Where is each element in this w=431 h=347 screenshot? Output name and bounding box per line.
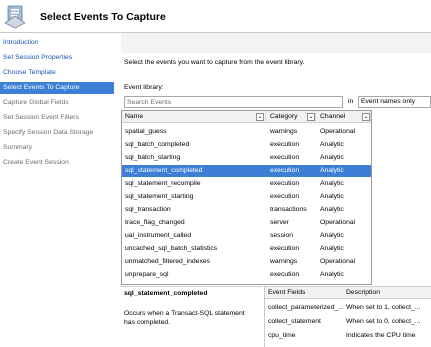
event-row[interactable]: uncached_sql_batch_statistics execution … — [122, 243, 371, 255]
event-category: execution — [270, 167, 300, 174]
event-fields-pane: Event Fields Description collect_paramet… — [264, 286, 431, 347]
event-row-selected[interactable]: sql_statement_completed execution Analyt… — [122, 165, 371, 177]
event-field-row[interactable]: collect_statement When set to 0, collect… — [265, 316, 431, 328]
column-header-event-fields[interactable]: Event Fields — [265, 287, 343, 299]
event-name: sql_statement_starting — [125, 193, 194, 200]
column-header-name[interactable]: Name — [122, 111, 266, 123]
event-category: execution — [270, 141, 300, 148]
event-name: sql_statement_completed — [125, 167, 203, 174]
event-channel: Analytic — [320, 271, 344, 278]
event-row[interactable]: ual_instrument_called session Analytic — [122, 230, 371, 242]
event-field-row[interactable]: collect_parameterized_... When set to 1,… — [265, 302, 431, 314]
event-name: ual_instrument_called — [125, 232, 192, 239]
event-library-grid: Name ⌄ Category ⌄ Channel ⌄ spatial_gues… — [121, 110, 372, 285]
event-description-text: Occurs when a Transact-SQL statement has… — [124, 310, 245, 326]
event-name: spatial_guess — [125, 128, 167, 135]
event-category: transactions — [270, 206, 307, 213]
event-row[interactable]: sql_batch_completed execution Analytic — [122, 139, 371, 151]
wizard-sidebar: Introduction Set Session Properties Choo… — [0, 33, 114, 347]
wizard-header: Select Events To Capture — [0, 0, 431, 33]
sidebar-item-set-session-properties[interactable]: Set Session Properties — [0, 52, 114, 64]
event-field-name: cpu_time — [268, 332, 296, 339]
event-category: session — [270, 232, 294, 239]
event-wizard-icon — [4, 5, 26, 29]
event-name: uncached_sql_batch_statistics — [125, 245, 218, 252]
column-header-category-label: Category — [270, 113, 298, 120]
event-field-name: collect_statement — [268, 318, 321, 325]
event-channel: Operational — [320, 128, 356, 135]
event-description-pane: sql_statement_completed Occurs when a Tr… — [121, 286, 263, 347]
event-name: sql_batch_starting — [125, 154, 181, 161]
event-channel: Analytic — [320, 245, 344, 252]
event-description-title: sql_statement_completed — [124, 290, 208, 297]
event-name: unprepare_sql — [125, 271, 169, 278]
event-channel: Operational — [320, 219, 356, 226]
event-name: sql_statement_recompile — [125, 180, 201, 187]
event-category: execution — [270, 154, 300, 161]
sidebar-item-summary: Summary — [3, 144, 33, 151]
event-category: server — [270, 219, 289, 226]
event-fields-header: Event Fields Description — [265, 287, 431, 299]
event-field-name: collect_parameterized_... — [268, 304, 343, 311]
event-row[interactable]: sql_transaction transactions Analytic — [122, 204, 371, 216]
event-row[interactable]: sql_batch_starting execution Analytic — [122, 152, 371, 164]
event-channel: Analytic — [320, 193, 344, 200]
event-category: execution — [270, 271, 300, 278]
event-channel: Analytic — [320, 206, 344, 213]
event-channel: Analytic — [320, 167, 344, 174]
event-row[interactable]: spatial_guess warnings Operational — [122, 126, 371, 138]
event-name: sql_transaction — [125, 206, 171, 213]
column-header-description[interactable]: Description — [343, 287, 431, 299]
event-channel: Operational — [320, 258, 356, 265]
event-category: execution — [270, 193, 300, 200]
event-channel: Analytic — [320, 141, 344, 148]
event-name: trace_flag_changed — [125, 219, 185, 226]
event-field-row[interactable]: cpu_time Indicates the CPU time — [265, 330, 431, 342]
sidebar-item-capture-global-fields: Capture Global Fields — [3, 99, 69, 106]
event-row[interactable]: sql_statement_starting execution Analyti… — [122, 191, 371, 203]
event-category: execution — [270, 245, 300, 252]
event-channel: Analytic — [320, 180, 344, 187]
page-title: Select Events To Capture — [40, 11, 166, 23]
event-channel: Analytic — [320, 232, 344, 239]
search-events-input[interactable] — [124, 96, 343, 108]
channel-filter-icon[interactable]: ⌄ — [362, 113, 370, 121]
sidebar-item-introduction[interactable]: Introduction — [0, 37, 114, 49]
sidebar-item-choose-template[interactable]: Choose Template — [0, 67, 114, 79]
sidebar-item-create-event-session: Create Event Session — [3, 159, 69, 166]
event-field-description: Indicates the CPU time — [346, 332, 416, 339]
event-row[interactable]: unmatched_filtered_indexes warnings Oper… — [122, 256, 371, 268]
event-library-label: Event library: — [124, 84, 164, 91]
sidebar-item-set-session-event-filters: Set Session Event Filters — [3, 114, 79, 121]
event-name: sql_batch_completed — [125, 141, 190, 148]
column-header-channel-label: Channel — [320, 113, 346, 120]
column-header-name-label: Name — [125, 113, 144, 120]
instructions-text: Select the events you want to capture fr… — [124, 59, 305, 66]
event-field-description: When set to 0, collect_... — [346, 318, 421, 325]
main-top-strip — [121, 33, 431, 53]
panel-gutter — [114, 33, 121, 347]
event-row[interactable]: sql_statement_recompile execution Analyt… — [122, 178, 371, 190]
event-category: execution — [270, 180, 300, 187]
event-row[interactable]: trace_flag_changed server Operational — [122, 217, 371, 229]
name-filter-icon[interactable]: ⌄ — [256, 113, 264, 121]
search-scope-select[interactable]: Event names only — [358, 96, 431, 108]
grid-header: Name ⌄ Category ⌄ Channel ⌄ — [122, 111, 371, 123]
sidebar-item-select-events[interactable]: Select Events To Capture — [0, 82, 114, 94]
category-filter-icon[interactable]: ⌄ — [307, 113, 315, 121]
event-category: warnings — [270, 258, 298, 265]
main-panel: Select the events you want to capture fr… — [121, 33, 431, 347]
in-label: in — [348, 98, 354, 105]
event-channel: Analytic — [320, 154, 344, 161]
event-name: unmatched_filtered_indexes — [125, 258, 211, 265]
sidebar-item-specify-session-data-storage: Specify Session Data Storage — [3, 129, 94, 136]
event-row[interactable]: unprepare_sql execution Analytic — [122, 269, 371, 281]
event-category: warnings — [270, 128, 298, 135]
event-field-description: When set to 1, collect_... — [346, 304, 421, 311]
